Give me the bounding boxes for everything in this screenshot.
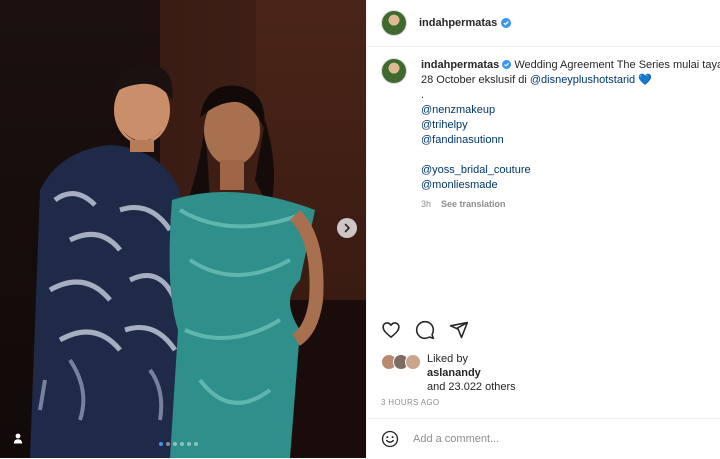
liker-avatar <box>405 354 421 370</box>
chevron-right-icon <box>344 223 350 233</box>
photo-couple-illustration <box>30 63 324 458</box>
mention-link-disney[interactable]: @disneyplushotstarid <box>530 74 635 86</box>
post-header: indahpermatas <box>367 0 720 47</box>
liker-avatars <box>381 354 425 370</box>
heart-icon[interactable] <box>381 320 401 340</box>
author-username[interactable]: indahpermatas <box>419 17 497 29</box>
post-caption: indahpermatas Wedding Agreement The Seri… <box>381 58 720 212</box>
likes-summary: Liked by aslanandy and 23.022 others <box>381 352 516 394</box>
caption-meta: 3h See translation <box>421 197 720 212</box>
liked-by-user[interactable]: aslanandy <box>427 366 516 380</box>
liked-by-label: Liked by <box>427 353 468 365</box>
post-actions <box>381 320 469 340</box>
post-side-panel: indahpermatas indahpermatas Wedding Agre… <box>366 0 720 458</box>
instagram-post: indahpermatas indahpermatas Wedding Agre… <box>0 0 720 458</box>
caption-body: indahpermatas Wedding Agreement The Seri… <box>421 58 720 212</box>
see-translation-button[interactable]: See translation <box>441 197 506 212</box>
carousel-dot <box>187 442 191 446</box>
carousel-dot <box>180 442 184 446</box>
user-tag-icon <box>13 433 23 443</box>
caption-avatar[interactable] <box>381 58 407 84</box>
caption-line-1: indahpermatas Wedding Agreement The Seri… <box>421 58 720 73</box>
heart-emoji: 💙 <box>638 74 652 86</box>
mention-link[interactable]: @fandinasutionn <box>421 133 720 148</box>
likes-others[interactable]: and 23.022 others <box>427 380 516 394</box>
likes-text: Liked by aslanandy and 23.022 others <box>427 352 516 394</box>
caption-text-1: Wedding Agreement The Series mulai taya <box>514 59 720 71</box>
emoji-icon[interactable] <box>381 430 399 448</box>
caption-username[interactable]: indahpermatas <box>421 59 499 71</box>
caption-line-2: 28 October ekslusif di @disneyplushotsta… <box>421 73 720 88</box>
share-icon[interactable] <box>449 320 469 340</box>
post-photo[interactable] <box>0 0 366 458</box>
caption-text-2: 28 October ekslusif di <box>421 74 530 86</box>
mention-link[interactable]: @trihelpy <box>421 118 720 133</box>
carousel-next-button[interactable] <box>337 218 357 238</box>
author-avatar[interactable] <box>381 10 407 36</box>
mention-link[interactable]: @monliesmade <box>421 178 720 193</box>
verified-icon <box>501 18 512 28</box>
carousel-dot <box>173 442 177 446</box>
comment-icon[interactable] <box>415 320 435 340</box>
carousel-dot <box>166 442 170 446</box>
post-timestamp[interactable]: 3 HOURS AGO <box>381 398 439 407</box>
carousel-dot-active <box>159 442 163 446</box>
verified-icon <box>502 60 512 69</box>
caption-age: 3h <box>421 199 432 209</box>
user-tag-button[interactable] <box>10 430 26 446</box>
carousel-dot <box>194 442 198 446</box>
comment-box <box>367 418 720 459</box>
comment-input[interactable] <box>411 432 695 446</box>
mention-link[interactable]: @nenzmakeup <box>421 103 720 118</box>
mention-link[interactable]: @yoss_bridal_couture <box>421 163 720 178</box>
caption-dot: . <box>421 89 425 101</box>
carousel-indicator <box>159 442 198 446</box>
